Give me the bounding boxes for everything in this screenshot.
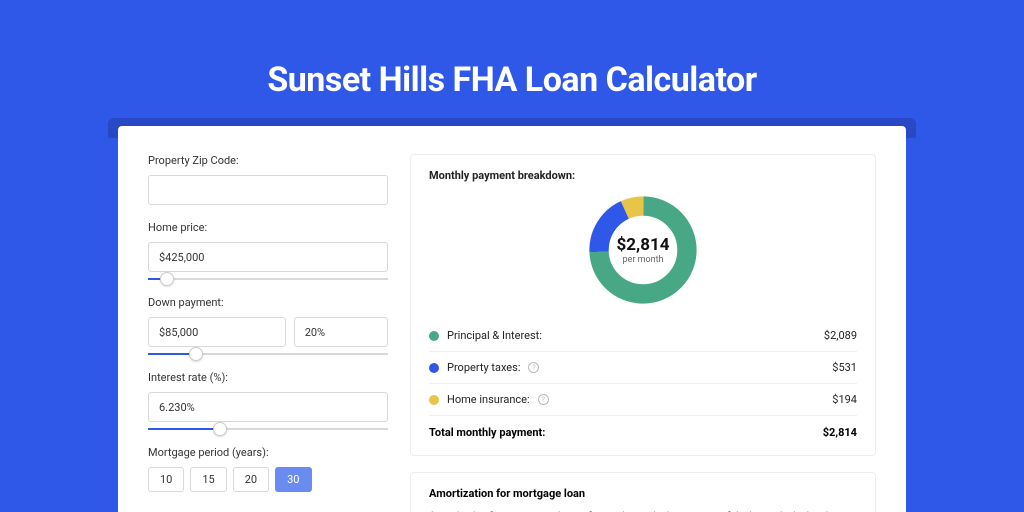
donut-center: $2,814 per month: [617, 235, 670, 265]
legend-left: Principal & Interest:: [429, 329, 542, 342]
total-row: Total monthly payment: $2,814: [429, 415, 857, 441]
legend-left: Property taxes:?: [429, 361, 539, 374]
period-option-20[interactable]: 20: [233, 467, 269, 492]
price-input[interactable]: [148, 242, 388, 272]
price-field: Home price:: [148, 221, 388, 280]
legend-value: $531: [832, 361, 857, 374]
inputs-column: Property Zip Code: Home price: Down paym…: [148, 154, 388, 512]
period-label: Mortgage period (years):: [148, 446, 388, 459]
info-icon[interactable]: ?: [538, 394, 549, 405]
down-percent-input[interactable]: [294, 317, 388, 347]
legend-label: Property taxes:: [447, 361, 520, 374]
donut-amount: $2,814: [617, 235, 670, 255]
calculator-panel: Property Zip Code: Home price: Down paym…: [118, 126, 906, 512]
donut-chart: $2,814 per month: [585, 192, 701, 308]
legend-label: Principal & Interest:: [447, 329, 542, 342]
rate-slider-fill: [148, 428, 220, 430]
down-slider[interactable]: [148, 353, 388, 355]
page-title: Sunset Hills FHA Loan Calculator: [0, 0, 1024, 100]
zip-input[interactable]: [148, 175, 388, 205]
amortization-card: Amortization for mortgage loan Amortizat…: [410, 472, 876, 512]
legend-value: $194: [832, 393, 857, 406]
legend-value: $2,089: [824, 329, 857, 342]
price-label: Home price:: [148, 221, 388, 234]
legend-left: Home insurance:?: [429, 393, 549, 406]
rate-field: Interest rate (%):: [148, 371, 388, 430]
period-option-15[interactable]: 15: [190, 467, 226, 492]
donut-sub: per month: [617, 255, 670, 265]
period-field: Mortgage period (years): 1015 2030: [148, 446, 388, 492]
rate-slider-thumb[interactable]: [213, 422, 227, 436]
legend-dot-icon: [429, 363, 439, 373]
period-option-30[interactable]: 30: [275, 467, 311, 492]
legend-row: Property taxes:? $531: [429, 351, 857, 383]
breakdown-title: Monthly payment breakdown:: [429, 169, 857, 182]
zip-label: Property Zip Code:: [148, 154, 388, 167]
zip-field: Property Zip Code:: [148, 154, 388, 205]
breakdown-card: Monthly payment breakdown: $2,814 per mo…: [410, 154, 876, 456]
down-label: Down payment:: [148, 296, 388, 309]
rate-slider[interactable]: [148, 428, 388, 430]
price-slider-thumb[interactable]: [160, 272, 174, 286]
legend-dot-icon: [429, 331, 439, 341]
legend-row: Home insurance:? $194: [429, 383, 857, 415]
page-root: Sunset Hills FHA Loan Calculator Propert…: [0, 0, 1024, 512]
donut-wrap: $2,814 per month: [429, 190, 857, 320]
legend-dot-icon: [429, 395, 439, 405]
amortization-title: Amortization for mortgage loan: [429, 487, 857, 500]
total-value: $2,814: [823, 426, 857, 439]
period-option-10[interactable]: 10: [148, 467, 184, 492]
rate-input[interactable]: [148, 392, 388, 422]
results-column: Monthly payment breakdown: $2,814 per mo…: [410, 154, 876, 512]
legend-row: Principal & Interest: $2,089: [429, 320, 857, 351]
legend-rows: Principal & Interest: $2,089 Property taxe…: [429, 320, 857, 415]
legend-label: Home insurance:: [447, 393, 530, 406]
period-options: 1015 2030: [148, 467, 388, 492]
price-slider[interactable]: [148, 278, 388, 280]
rate-label: Interest rate (%):: [148, 371, 388, 384]
down-slider-thumb[interactable]: [189, 347, 203, 361]
down-field: Down payment:: [148, 296, 388, 355]
info-icon[interactable]: ?: [528, 362, 539, 373]
total-label: Total monthly payment:: [429, 426, 545, 439]
down-amount-input[interactable]: [148, 317, 286, 347]
